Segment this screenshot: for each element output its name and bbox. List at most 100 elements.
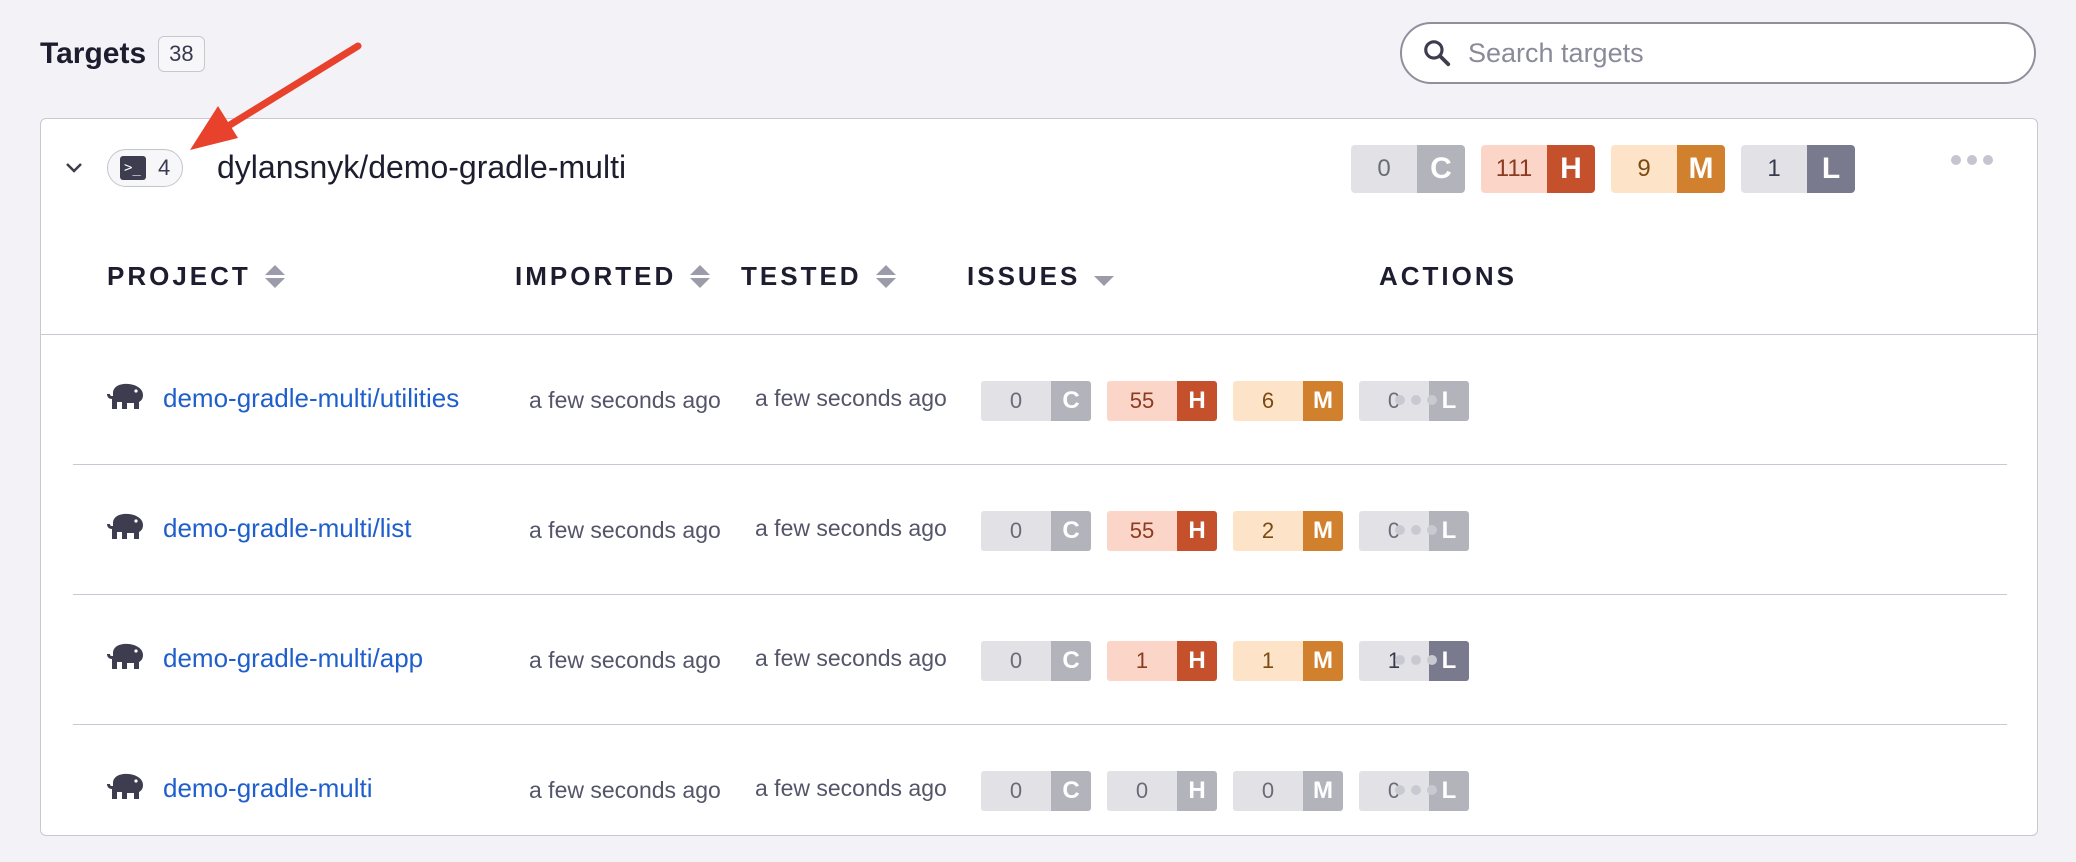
search-box[interactable]	[1400, 22, 2036, 84]
more-horizontal-icon[interactable]	[1951, 155, 1993, 165]
column-issues[interactable]: ISSUES	[967, 261, 1115, 292]
gradle-elephant-icon	[107, 513, 143, 539]
severity-letter: M	[1303, 771, 1343, 811]
severity-count: 111	[1481, 145, 1547, 193]
severity-count: 0	[981, 381, 1051, 421]
severity-letter: H	[1177, 641, 1217, 681]
severity-letter: M	[1677, 145, 1725, 193]
severity-count: 2	[1233, 511, 1303, 551]
sort-icon	[875, 265, 896, 288]
table-row: demo-gradle-multi/utilities a few second…	[73, 335, 2007, 465]
severity-count: 0	[1107, 771, 1177, 811]
more-horizontal-icon[interactable]	[1395, 655, 1437, 665]
severity-high: 1H	[1107, 641, 1217, 681]
severity-count: 1	[1107, 641, 1177, 681]
severity-critical: 0C	[981, 511, 1091, 551]
severity-count: 55	[1107, 511, 1177, 551]
tested-time: a few seconds ago	[755, 775, 947, 801]
imported-time: a few seconds ago	[529, 647, 721, 673]
severity-count: 55	[1107, 381, 1177, 421]
column-issues-label: ISSUES	[967, 261, 1081, 291]
severity-critical: 0C	[981, 641, 1091, 681]
project-link[interactable]: demo-gradle-multi/list	[163, 513, 412, 544]
severity-letter: C	[1051, 511, 1091, 551]
severity-count: 0	[981, 771, 1051, 811]
search-input[interactable]	[1466, 36, 1990, 70]
column-actions-label: ACTIONS	[1379, 261, 1517, 291]
severity-letter: C	[1051, 381, 1091, 421]
column-project-label: PROJECT	[107, 261, 251, 291]
severity-medium: 0M	[1233, 771, 1343, 811]
imported-time: a few seconds ago	[529, 777, 721, 803]
target-header: >_ 4 dylansnyk/demo-gradle-multi 0 C 111…	[41, 119, 2037, 219]
project-count-badge[interactable]: >_ 4	[107, 149, 184, 187]
gradle-elephant-icon	[107, 643, 143, 669]
gradle-elephant-icon	[107, 773, 143, 799]
imported-time: a few seconds ago	[529, 387, 721, 413]
severity-letter: C	[1417, 145, 1465, 193]
severity-high: 0H	[1107, 771, 1217, 811]
column-project[interactable]: PROJECT	[107, 261, 285, 292]
table-row: demo-gradle-multi/app a few seconds ago …	[73, 595, 2007, 725]
column-tested-label: TESTED	[741, 261, 862, 291]
tested-time: a few seconds ago	[755, 645, 947, 671]
table-header: PROJECT IMPORTED TESTED ISSUES ACTIONS	[41, 219, 2037, 335]
imported-time: a few seconds ago	[529, 517, 721, 543]
severity-high: 111 H	[1481, 145, 1595, 193]
tested-time: a few seconds ago	[755, 385, 947, 411]
severity-letter: M	[1303, 381, 1343, 421]
column-imported-label: IMPORTED	[515, 261, 677, 291]
severity-low: 1 L	[1741, 145, 1855, 193]
gradle-elephant-icon	[107, 383, 143, 409]
severity-critical: 0C	[981, 381, 1091, 421]
severity-medium: 6M	[1233, 381, 1343, 421]
severity-count: 9	[1611, 145, 1677, 193]
page-title: Targets	[40, 37, 147, 70]
severity-medium: 1M	[1233, 641, 1343, 681]
severity-count: 0	[981, 511, 1051, 551]
table-row: demo-gradle-multi a few seconds ago a fe…	[73, 725, 2007, 855]
column-imported[interactable]: IMPORTED	[515, 261, 711, 292]
severity-letter: L	[1807, 145, 1855, 193]
sort-desc-icon	[1094, 275, 1115, 286]
severity-letter: C	[1051, 641, 1091, 681]
more-horizontal-icon[interactable]	[1395, 785, 1437, 795]
severity-medium: 2M	[1233, 511, 1343, 551]
severity-count: 1	[1741, 145, 1807, 193]
more-horizontal-icon[interactable]	[1395, 395, 1437, 405]
targets-count-badge: 38	[158, 36, 205, 72]
severity-count: 0	[1351, 145, 1417, 193]
sort-icon	[264, 265, 285, 288]
severity-medium: 9 M	[1611, 145, 1725, 193]
severity-letter: M	[1303, 641, 1343, 681]
column-tested[interactable]: TESTED	[741, 261, 896, 292]
severity-letter: C	[1051, 771, 1091, 811]
project-count: 4	[158, 155, 171, 180]
severity-count: 0	[1233, 771, 1303, 811]
target-severity-summary: 0 C 111 H 9 M 1 L	[1351, 145, 1855, 193]
project-link[interactable]: demo-gradle-multi/app	[163, 643, 423, 674]
severity-letter: M	[1303, 511, 1343, 551]
terminal-icon: >_	[120, 156, 146, 180]
severity-letter: H	[1177, 381, 1217, 421]
severity-count: 1	[1233, 641, 1303, 681]
target-card: >_ 4 dylansnyk/demo-gradle-multi 0 C 111…	[40, 118, 2038, 836]
severity-high: 55 H	[1107, 381, 1217, 421]
more-horizontal-icon[interactable]	[1395, 525, 1437, 535]
sort-icon	[690, 265, 711, 288]
severity-count: 0	[981, 641, 1051, 681]
page-header: Targets 38	[40, 32, 205, 76]
target-name[interactable]: dylansnyk/demo-gradle-multi	[217, 149, 626, 186]
severity-letter: H	[1177, 771, 1217, 811]
table-row: demo-gradle-multi/list a few seconds ago…	[73, 465, 2007, 595]
severity-letter: H	[1177, 511, 1217, 551]
project-link[interactable]: demo-gradle-multi	[163, 773, 373, 804]
severity-letter: H	[1547, 145, 1595, 193]
severity-critical: 0C	[981, 771, 1091, 811]
column-actions: ACTIONS	[1379, 261, 1517, 292]
search-icon	[1424, 40, 1451, 67]
project-link[interactable]: demo-gradle-multi/utilities	[163, 383, 459, 414]
severity-high: 55 H	[1107, 511, 1217, 551]
chevron-down-icon[interactable]	[63, 157, 85, 179]
severity-critical: 0 C	[1351, 145, 1465, 193]
